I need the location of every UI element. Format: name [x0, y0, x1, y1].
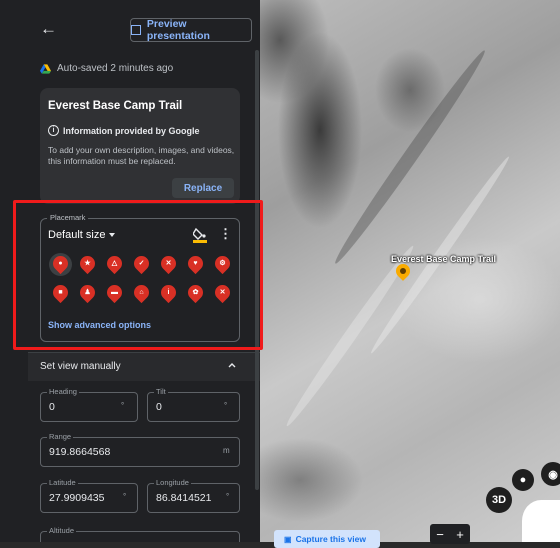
capture-view-button[interactable]: ▣ Capture this view	[274, 530, 380, 548]
preview-presentation-button[interactable]: Preview presentation	[130, 18, 252, 42]
range-field[interactable]: Range 919.8664568 m	[40, 432, 240, 467]
arrow-back-icon: ←	[40, 19, 57, 38]
latitude-label: Latitude	[47, 478, 78, 487]
heading-field[interactable]: Heading 0 °	[40, 387, 138, 422]
longitude-unit: °	[226, 492, 230, 501]
range-unit: m	[223, 446, 230, 455]
set-view-label: Set view manually	[40, 361, 121, 372]
capture-icon: ▣	[284, 534, 292, 544]
longitude-field[interactable]: Longitude 86.8414521 °	[147, 478, 240, 513]
longitude-label: Longitude	[154, 478, 191, 487]
globe-minimap[interactable]	[522, 500, 560, 542]
heading-unit: °	[121, 401, 125, 410]
info-text: Information provided by Google	[63, 125, 200, 136]
person-icon: ●	[519, 474, 527, 486]
zoom-controls: − +	[430, 524, 470, 544]
pegman-button[interactable]: ●	[512, 469, 534, 491]
back-button[interactable]: ←	[40, 19, 60, 39]
view-layers-button[interactable]: ◉	[541, 462, 560, 486]
eye-icon: ◉	[548, 468, 558, 481]
heading-label: Heading	[47, 387, 79, 396]
preview-label: Preview presentation	[146, 18, 210, 42]
chevron-up-icon	[228, 363, 236, 368]
google-drive-icon	[40, 63, 51, 74]
play-icon	[131, 25, 141, 35]
zoom-in-button[interactable]: +	[456, 527, 464, 542]
feature-title: Everest Base Camp Trail	[48, 100, 183, 112]
map-marker-label: Everest Base Camp Trail	[391, 254, 497, 264]
3d-toggle-button[interactable]: 3D	[486, 487, 512, 513]
panel-header: ← Preview presentation	[0, 0, 260, 58]
latitude-field[interactable]: Latitude 27.9909435 °	[40, 478, 138, 513]
map-view[interactable]: Everest Base Camp Trail ● ◉ 3D	[260, 0, 560, 542]
range-value: 919.8664568	[49, 446, 111, 458]
tilt-field[interactable]: Tilt 0 °	[147, 387, 240, 422]
range-label: Range	[47, 432, 74, 441]
map-marker[interactable]	[393, 261, 413, 284]
altitude-field[interactable]: Altitude	[40, 526, 240, 542]
info-icon: i	[48, 125, 59, 136]
replace-button[interactable]: Replace	[172, 178, 234, 198]
altitude-label: Altitude	[47, 526, 77, 535]
latitude-unit: °	[123, 492, 127, 501]
autosave-text: Auto-saved 2 minutes ago	[57, 63, 174, 74]
longitude-value: 86.8414521	[156, 492, 212, 504]
map-ridge	[329, 46, 491, 268]
capture-label: Capture this view	[295, 534, 366, 544]
tilt-label: Tilt	[154, 387, 168, 396]
card-description: To add your own description, images, and…	[48, 145, 235, 166]
latitude-value: 27.9909435	[49, 492, 105, 504]
heading-value: 0	[49, 401, 55, 413]
tilt-value: 0	[156, 401, 162, 413]
autosave-status: Auto-saved 2 minutes ago	[40, 63, 173, 74]
zoom-out-button[interactable]: −	[436, 527, 444, 542]
highlight-box	[13, 200, 263, 350]
set-view-manually-header[interactable]: Set view manually	[28, 353, 260, 381]
info-notice: i Information provided by Google	[48, 125, 200, 136]
tilt-unit: °	[224, 401, 228, 410]
feature-info-card: Everest Base Camp Trail i Information pr…	[40, 88, 240, 204]
